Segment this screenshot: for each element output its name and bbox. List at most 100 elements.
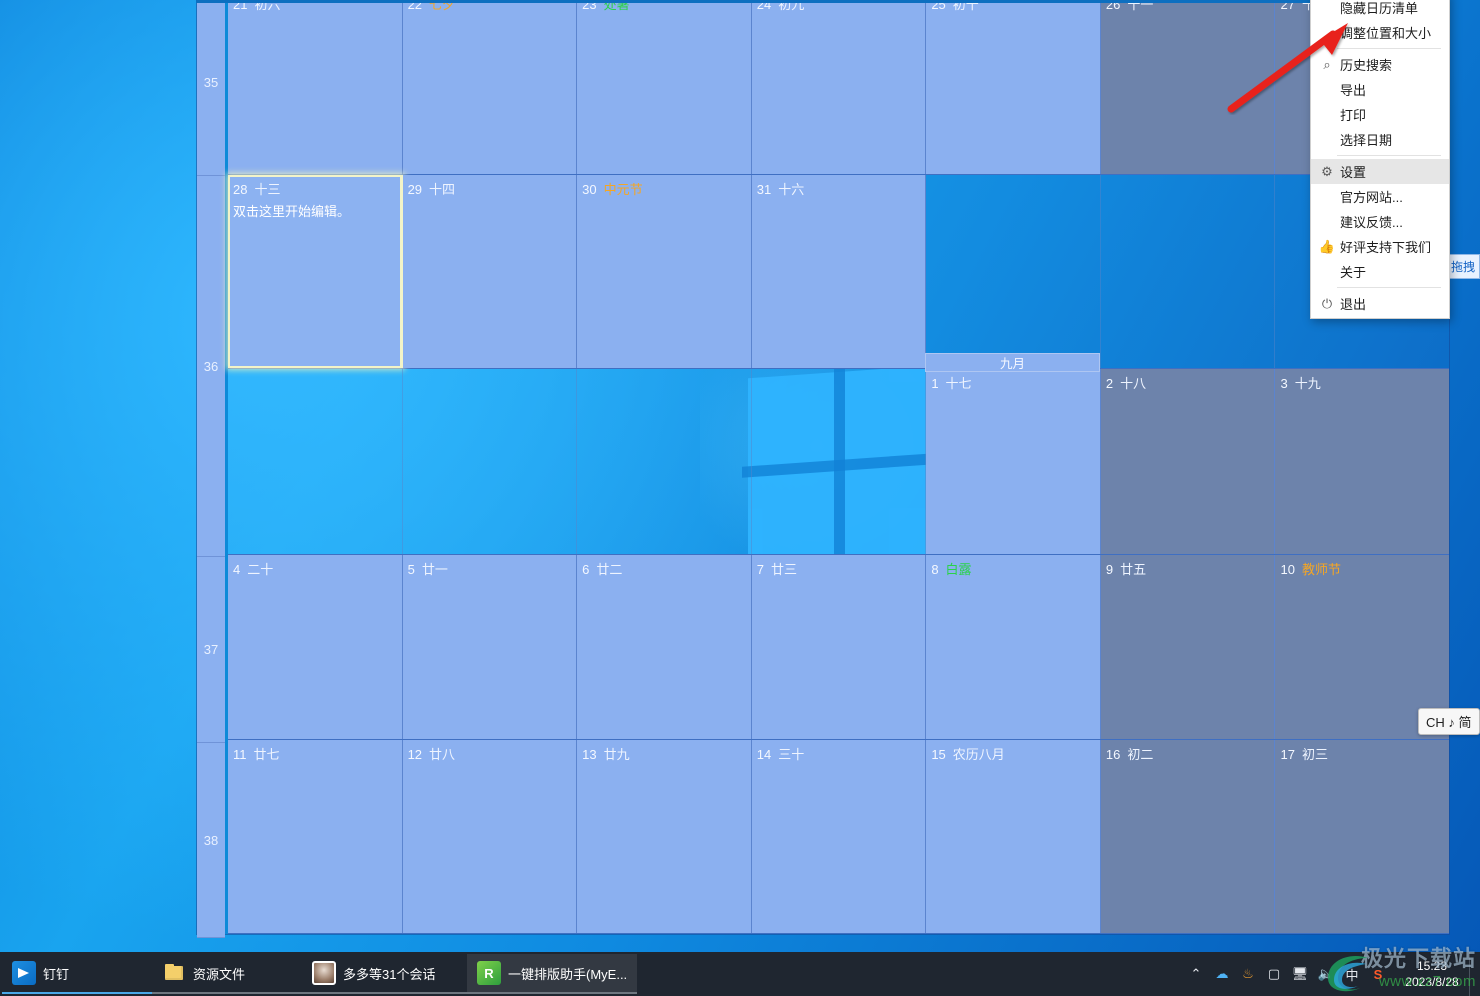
calendar-day-cell[interactable]: 7 廿三	[751, 554, 927, 739]
calendar-day-cell[interactable]: 14 三十	[751, 739, 927, 933]
calendar-day-cell[interactable]: 5 廿一	[402, 554, 578, 739]
app-green-icon: R	[477, 961, 501, 985]
menu-item-label: 关于	[1340, 265, 1367, 280]
calendar-day-cell[interactable]: 9 廿五	[1100, 554, 1276, 739]
calendar-day-cell[interactable]: 24 初九	[751, 0, 927, 175]
day-header: 12 廿八	[408, 744, 577, 763]
screenshot-icon[interactable]: ▢	[1261, 952, 1287, 996]
menu-item-plain[interactable]: 选择日期	[1311, 127, 1449, 152]
calendar-day-cell[interactable]: 28 十三 双击这里开始编辑。	[228, 175, 403, 369]
calendar-week-row: 21初六22七夕23处暑24初九25初十26十一27十二	[228, 0, 1450, 176]
folder-icon	[162, 961, 186, 985]
menu-item-plain[interactable]: 关于	[1311, 259, 1449, 284]
menu-item-label: 调整位置和大小	[1340, 26, 1432, 41]
taskbar-item-chat[interactable]: 多多等31个会话	[302, 954, 467, 994]
menu-item-gear[interactable]: ⚙ 设置	[1311, 159, 1449, 184]
lunar-label: 廿二	[596, 561, 623, 577]
calendar-day-cell[interactable]: 8 白露	[926, 554, 1101, 739]
week-number-cell: 36	[197, 176, 225, 557]
desktop-calendar-widget[interactable]: 35363738 21初六22七夕23处暑24初九25初十26十一27十二28十…	[196, 0, 1450, 938]
taskbar-item-dingtalk[interactable]: 钉钉	[2, 954, 152, 994]
onedrive-icon[interactable]: ☁	[1209, 952, 1235, 996]
avatar-icon	[312, 961, 336, 985]
lunar-label: 廿九	[603, 746, 630, 762]
calendar-day-cell[interactable]: 13 廿九	[577, 739, 752, 933]
calendar-day-cell[interactable]: 26 十一	[1100, 0, 1276, 175]
day-number: 7	[756, 561, 764, 577]
menu-item-label: 退出	[1340, 297, 1367, 312]
menu-separator	[1337, 48, 1441, 49]
lunar-label: 廿七	[253, 746, 280, 762]
calendar-day-cell[interactable]: 17 初三	[1275, 739, 1450, 933]
day-number: 17	[1280, 746, 1295, 762]
calendar-day-cell[interactable]: 25 初十	[926, 0, 1101, 175]
sogou-icon[interactable]: S	[1365, 952, 1391, 996]
windows-taskbar[interactable]: 钉钉 资源文件 多多等31个会话 R 一键排版助手(MyE... ⌃ ☁ ♨ ▢…	[0, 952, 1480, 996]
lunar-label: 廿八	[429, 746, 456, 762]
chevron-up-icon[interactable]: ⌃	[1183, 952, 1209, 996]
menu-item-label: 打印	[1340, 108, 1367, 123]
calendar-day-cell[interactable]: 30 中元节	[577, 175, 752, 369]
day-number: 29	[407, 182, 423, 198]
calendar-day-cell[interactable]: 3 十九	[1275, 369, 1450, 554]
ime-status-indicator[interactable]: CH ♪ 简	[1418, 708, 1480, 735]
lunar-label: 农历八月	[952, 746, 1005, 762]
menu-item-search[interactable]: ⌕ 历史搜索	[1311, 52, 1449, 77]
ime-chinese-icon[interactable]: 中	[1339, 952, 1365, 996]
menu-item-plain[interactable]: 官方网站...	[1311, 184, 1449, 209]
lunar-label: 初三	[1301, 746, 1328, 762]
menu-item-plain[interactable]: 调整位置和大小	[1311, 20, 1449, 45]
menu-item-plain[interactable]: 打印	[1311, 102, 1449, 127]
day-number: 3	[1280, 376, 1288, 392]
calendar-week-row: 28 十三 双击这里开始编辑。 29 十四 30 中元节 31 十六	[228, 175, 1449, 370]
day-number: 30	[582, 182, 597, 198]
day-header: 7 廿三	[757, 559, 926, 578]
calendar-day-cell-empty	[403, 369, 578, 554]
lunar-label: 十七	[945, 376, 972, 392]
gear-icon: ⚙	[1321, 163, 1333, 179]
day-number: 5	[407, 561, 415, 577]
lunar-label: 廿五	[1120, 561, 1147, 577]
calendar-day-cell[interactable]: 29 十四	[402, 175, 578, 369]
day-header: 5 廿一	[408, 559, 577, 578]
calendar-day-cell[interactable]: 31 十六	[751, 175, 927, 369]
menu-item-plain[interactable]: 导出	[1311, 77, 1449, 102]
lunar-label: 二十	[247, 561, 274, 577]
calendar-day-cell-empty	[577, 369, 752, 554]
day-number: 14	[756, 746, 772, 762]
menu-item-plain[interactable]: 建议反馈...	[1311, 209, 1449, 234]
lunar-label: 十六	[778, 182, 805, 198]
month-banner: 九月	[925, 353, 1100, 372]
lunar-label: 十三	[254, 182, 281, 198]
calendar-context-menu[interactable]: 隐藏日历清单调整位置和大小 ⌕ 历史搜索导出打印选择日期 ⚙ 设置 官方网站... 建议反馈…	[1310, 0, 1450, 319]
lunar-label: 三十	[778, 746, 805, 762]
calendar-day-cell[interactable]: 21 初六	[228, 0, 403, 175]
calendar-day-cell[interactable]: 4 二十	[228, 554, 403, 739]
calendar-day-cell[interactable]: 23 处暑	[577, 0, 752, 175]
menu-item-power[interactable]: ⏻ 退出	[1311, 291, 1449, 316]
day-note-text[interactable]: 双击这里开始编辑。	[233, 204, 402, 221]
network-icon[interactable]: 🖥	[1287, 952, 1313, 996]
calendar-day-cell[interactable]: 6 廿二	[577, 554, 752, 739]
menu-item-thumbs-up[interactable]: 👍 好评支持下我们	[1311, 234, 1449, 259]
system-tray[interactable]: ⌃ ☁ ♨ ▢ 🖥 🔈 中 S 15:23 2023/8/28	[1183, 952, 1480, 996]
week-number-cell: 37	[197, 557, 225, 743]
taskbar-item-typesetting-helper[interactable]: R 一键排版助手(MyE...	[467, 954, 637, 994]
calendar-day-cell[interactable]: 2 十八	[1100, 369, 1276, 554]
show-desktop-button[interactable]	[1469, 952, 1478, 996]
menu-item-plain[interactable]: 隐藏日历清单	[1311, 0, 1449, 20]
taskbar-item-resource-files[interactable]: 资源文件	[152, 954, 302, 994]
calendar-day-cell[interactable]: 16 初二	[1100, 739, 1276, 933]
clock-date: 2023/8/28	[1405, 975, 1459, 989]
calendar-day-cell[interactable]: 12 廿八	[402, 739, 578, 933]
volume-icon[interactable]: 🔈	[1313, 952, 1339, 996]
calendar-day-cell[interactable]: 1 十七	[926, 369, 1101, 554]
menu-item-label: 导出	[1340, 83, 1367, 98]
calendar-day-cell[interactable]: 22 七夕	[402, 0, 578, 175]
calendar-day-cell[interactable]: 15 农历八月	[926, 739, 1101, 933]
calendar-day-cell[interactable]: 11 廿七	[228, 739, 403, 933]
taskbar-clock[interactable]: 15:23 2023/8/28	[1395, 952, 1469, 996]
taskbar-label: 钉钉	[43, 966, 70, 982]
flame-icon[interactable]: ♨	[1235, 952, 1261, 996]
day-number: 6	[582, 561, 590, 577]
